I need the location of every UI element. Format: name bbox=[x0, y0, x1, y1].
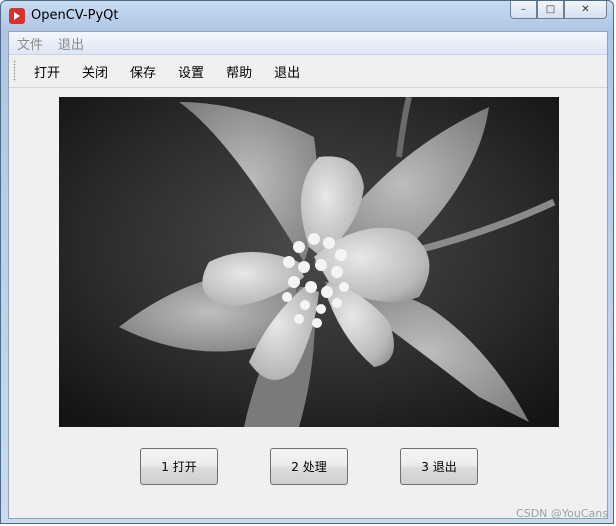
close-icon: ✕ bbox=[581, 4, 590, 15]
toolbar: 打开 关闭 保存 设置 帮助 退出 bbox=[9, 55, 607, 88]
flower-image bbox=[59, 97, 559, 427]
exit-button[interactable]: 3 退出 bbox=[400, 448, 478, 485]
minimize-button[interactable]: – bbox=[510, 1, 537, 19]
window-controls: – □ ✕ bbox=[510, 1, 607, 20]
app-icon bbox=[9, 8, 25, 24]
maximize-icon: □ bbox=[545, 4, 556, 15]
toolbar-open[interactable]: 打开 bbox=[22, 62, 70, 81]
menu-file[interactable]: 文件 bbox=[9, 34, 50, 53]
open-button-label: 1 打开 bbox=[161, 460, 197, 474]
main-content: 文件 退出 打开 关闭 保存 设置 帮助 退出 1 打开 2 处理 3 退出 bbox=[8, 31, 608, 519]
toolbar-settings[interactable]: 设置 bbox=[166, 62, 214, 81]
open-button[interactable]: 1 打开 bbox=[140, 448, 218, 485]
window-title: OpenCV-PyQt bbox=[31, 8, 119, 23]
toolbar-help[interactable]: 帮助 bbox=[214, 62, 262, 81]
toolbar-grip[interactable] bbox=[13, 60, 16, 82]
menu-exit[interactable]: 退出 bbox=[50, 34, 91, 53]
process-button-label: 2 处理 bbox=[291, 460, 327, 474]
toolbar-exit[interactable]: 退出 bbox=[262, 62, 310, 81]
watermark: CSDN @YouCans bbox=[516, 507, 608, 520]
image-display bbox=[59, 97, 559, 427]
minimize-icon: – bbox=[521, 4, 526, 15]
app-window: OpenCV-PyQt – □ ✕ 文件 退出 打开 关闭 保存 设置 帮助 退… bbox=[0, 0, 614, 524]
process-button[interactable]: 2 处理 bbox=[270, 448, 348, 485]
toolbar-save[interactable]: 保存 bbox=[118, 62, 166, 81]
menu-bar: 文件 退出 bbox=[9, 32, 607, 55]
close-button[interactable]: ✕ bbox=[564, 1, 607, 19]
title-bar[interactable]: OpenCV-PyQt – □ ✕ bbox=[1, 1, 613, 31]
exit-button-label: 3 退出 bbox=[421, 460, 457, 474]
maximize-button[interactable]: □ bbox=[537, 1, 564, 19]
toolbar-close[interactable]: 关闭 bbox=[70, 62, 118, 81]
